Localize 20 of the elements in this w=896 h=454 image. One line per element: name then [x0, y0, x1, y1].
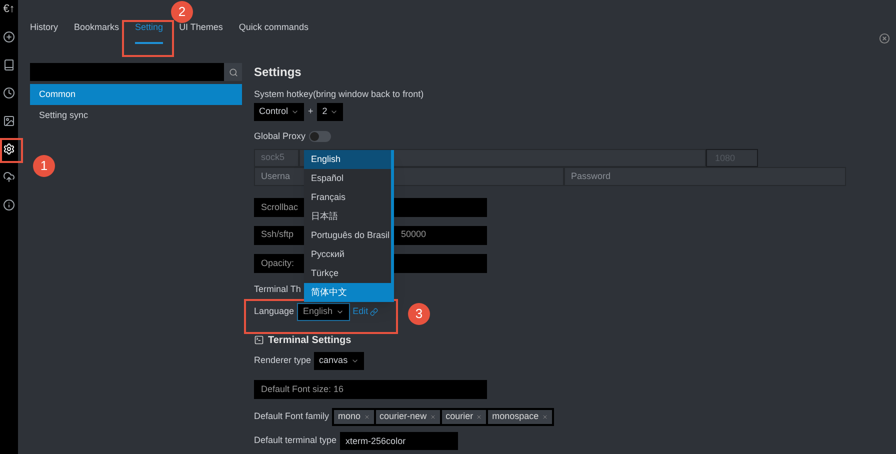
font-tag: monospace: [488, 410, 552, 424]
renderer-label: Renderer type: [254, 354, 312, 367]
settings-heading: Settings: [254, 65, 302, 79]
step-number-badge: 3: [408, 303, 430, 325]
step-number-badge: 2: [171, 1, 193, 23]
timeout-value: 50000: [401, 228, 426, 242]
terminal-settings-heading: Terminal Settings: [268, 334, 352, 348]
plus-sign: +: [308, 105, 314, 118]
font-family-label: Default Font family: [254, 410, 330, 423]
font-tag: mono: [334, 410, 374, 424]
timeout-label: Ssh/sftp: [261, 229, 294, 240]
font-tag: courier-new: [376, 410, 440, 424]
step-number-badge: 1: [33, 155, 55, 177]
hotkey-label: System hotkey(bring window back to front): [254, 88, 425, 100]
app-logo: €↑: [3, 2, 15, 16]
proxy-label: Global Proxy: [254, 130, 306, 143]
font-tag: courier: [442, 410, 486, 424]
language-label: Language: [254, 304, 294, 318]
terminal-type-label: Default terminal type: [254, 434, 337, 447]
terminal-theme-label: Terminal Th: [254, 282, 301, 294]
